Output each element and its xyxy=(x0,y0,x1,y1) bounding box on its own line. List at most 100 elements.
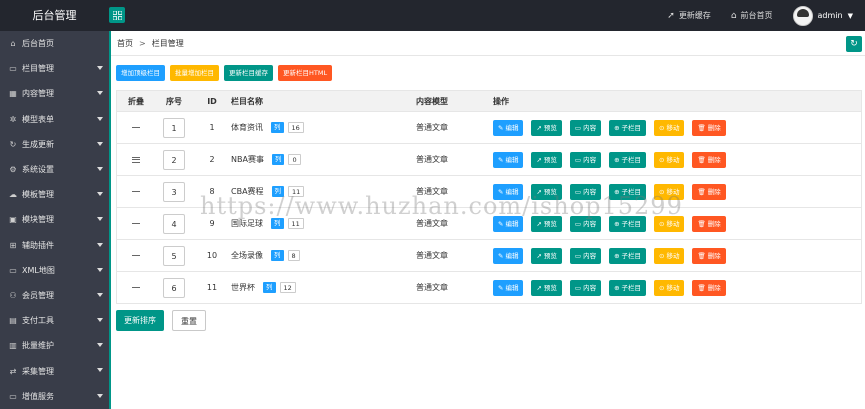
sidebar-item[interactable]: ▣ 模块管理 xyxy=(0,207,109,232)
preview-button[interactable]: ➚ 预览 xyxy=(531,279,562,296)
preview-button[interactable]: ➚ 预览 xyxy=(531,119,562,136)
fold-cell[interactable] xyxy=(117,191,155,192)
sidebar-item[interactable]: ⊞ 辅助插件 xyxy=(0,233,109,258)
fold-cell[interactable] xyxy=(117,287,155,288)
settings-icon: ✲ xyxy=(9,114,17,124)
move-button[interactable]: ⊙ 移动 xyxy=(654,279,685,296)
child-column-button[interactable]: ⊕ 子栏目 xyxy=(609,215,647,232)
content-button[interactable]: ▭ 内容 xyxy=(569,279,602,296)
delete-button[interactable]: 🗑 删除 xyxy=(692,151,726,168)
sidebar-item[interactable]: ⚙ 系统设置 xyxy=(0,157,109,182)
batch-add-column-button[interactable]: 批量增加栏目 xyxy=(170,65,219,81)
move-button[interactable]: ⊙ 移动 xyxy=(654,247,685,264)
list-tag[interactable]: 列 xyxy=(263,282,276,293)
sidebar-item[interactable]: ▭ 栏目管理 xyxy=(0,56,109,81)
sidebar-item[interactable]: ↻ 生成更新 xyxy=(0,132,109,157)
folder-icon: ▭ xyxy=(574,251,582,260)
breadcrumb-home[interactable]: 首页 xyxy=(117,38,133,49)
delete-button[interactable]: 🗑 删除 xyxy=(692,183,726,200)
fold-cell[interactable] xyxy=(117,255,155,256)
action-label: 删除 xyxy=(707,155,721,164)
sidebar-item[interactable]: ▦ 内容管理 xyxy=(0,81,109,106)
preview-button[interactable]: ➚ 预览 xyxy=(531,151,562,168)
update-column-html-button[interactable]: 更新栏目HTML xyxy=(278,65,333,81)
actions-cell: ✎ 编辑 ➚ 预览 ▭ 内容 ⊕ 子栏目 ⊙ 移动 🗑 删除 xyxy=(493,151,861,168)
fold-cell[interactable] xyxy=(117,223,155,224)
sidebar-item[interactable]: ☁ 模板管理 xyxy=(0,182,109,207)
reset-button[interactable]: 重置 xyxy=(172,310,206,331)
chevron-down-icon xyxy=(97,166,103,171)
sidebar-item-label: 生成更新 xyxy=(22,139,54,149)
preview-button[interactable]: ➚ 预览 xyxy=(531,215,562,232)
child-column-button[interactable]: ⊕ 子栏目 xyxy=(609,183,647,200)
edit-button[interactable]: ✎ 编辑 xyxy=(493,151,524,168)
list-tag[interactable]: 列 xyxy=(271,122,284,133)
order-input[interactable]: 3 xyxy=(163,181,185,202)
move-button[interactable]: ⊙ 移动 xyxy=(654,151,685,168)
sidebar-item[interactable]: ⚇ 会员管理 xyxy=(0,283,109,308)
sidebar-item[interactable]: ▭ XML地图 xyxy=(0,258,109,283)
fold-cell[interactable] xyxy=(117,127,155,128)
delete-button[interactable]: 🗑 删除 xyxy=(692,215,726,232)
front-home-link[interactable]: ⌂ 前台首页 xyxy=(731,10,773,21)
pencil-icon: ✎ xyxy=(498,219,504,228)
move-button[interactable]: ⊙ 移动 xyxy=(654,183,685,200)
trash-icon: 🗑 xyxy=(697,283,706,292)
menu-toggle-button[interactable] xyxy=(109,7,125,23)
delete-button[interactable]: 🗑 删除 xyxy=(692,247,726,264)
user-menu[interactable]: admin ▼ xyxy=(792,5,853,26)
move-button[interactable]: ⊙ 移动 xyxy=(654,215,685,232)
child-column-button[interactable]: ⊕ 子栏目 xyxy=(609,279,647,296)
list-tag[interactable]: 列 xyxy=(271,218,284,229)
pencil-icon: ✎ xyxy=(498,187,504,196)
content-button[interactable]: ▭ 内容 xyxy=(569,119,602,136)
order-input[interactable]: 2 xyxy=(163,149,185,170)
add-circle-icon: ⊕ xyxy=(614,251,620,260)
refresh-button[interactable]: ↻ xyxy=(846,36,862,52)
move-icon: ⊙ xyxy=(659,123,665,132)
child-column-button[interactable]: ⊕ 子栏目 xyxy=(609,151,647,168)
list-tag[interactable]: 列 xyxy=(271,154,285,165)
update-column-cache-button[interactable]: 更新栏目缓存 xyxy=(224,65,273,81)
order-cell: 5 xyxy=(155,245,193,266)
front-home-label: 前台首页 xyxy=(740,11,773,20)
fold-cell[interactable] xyxy=(117,155,155,164)
delete-button[interactable]: 🗑 删除 xyxy=(692,119,726,136)
edit-button[interactable]: ✎ 编辑 xyxy=(493,279,524,296)
sidebar-item[interactable]: ▤ 支付工具 xyxy=(0,308,109,333)
sidebar-item[interactable]: ⇄ 采集管理 xyxy=(0,358,109,383)
chevron-down-icon xyxy=(97,66,103,71)
edit-button[interactable]: ✎ 编辑 xyxy=(493,215,524,232)
child-column-button[interactable]: ⊕ 子栏目 xyxy=(609,119,647,136)
list-tag[interactable]: 列 xyxy=(271,186,285,197)
order-input[interactable]: 6 xyxy=(163,277,185,298)
content-button[interactable]: ▭ 内容 xyxy=(569,183,602,200)
edit-button[interactable]: ✎ 编辑 xyxy=(493,119,524,136)
child-column-button[interactable]: ⊕ 子栏目 xyxy=(609,247,647,264)
order-input[interactable]: 1 xyxy=(163,117,185,138)
update-sort-button[interactable]: 更新排序 xyxy=(116,310,164,331)
sidebar-item[interactable]: ▭ 增值服务 xyxy=(0,384,109,409)
edit-button[interactable]: ✎ 编辑 xyxy=(493,247,524,264)
list-tag[interactable]: 列 xyxy=(271,250,284,261)
sidebar-item[interactable]: ⌂ 后台首页 xyxy=(0,31,109,56)
add-top-column-button[interactable]: 增加顶级栏目 xyxy=(116,65,165,81)
update-cache-link[interactable]: ➚ 更新缓存 xyxy=(667,10,711,21)
order-input[interactable]: 5 xyxy=(163,245,185,266)
content-button[interactable]: ▭ 内容 xyxy=(569,247,602,264)
sidebar-item[interactable]: ✲ 模型表单 xyxy=(0,107,109,132)
move-icon: ⊙ xyxy=(659,283,665,292)
move-button[interactable]: ⊙ 移动 xyxy=(654,119,685,136)
grid-icon: ▦ xyxy=(9,89,17,99)
delete-button[interactable]: 🗑 删除 xyxy=(692,279,726,296)
edit-button[interactable]: ✎ 编辑 xyxy=(493,183,524,200)
sidebar-item[interactable]: ▥ 批量维护 xyxy=(0,333,109,358)
preview-button[interactable]: ➚ 预览 xyxy=(531,247,562,264)
order-input[interactable]: 4 xyxy=(163,213,185,234)
column-name: 全场录像 xyxy=(231,251,263,260)
table-row: 2 2 NBA赛事列 0 普通文章 ✎ 编辑 ➚ 预览 ▭ 内容 ⊕ 子栏目 ⊙ 移动 🗑 删除 xyxy=(117,143,861,175)
content-button[interactable]: ▭ 内容 xyxy=(569,151,602,168)
home-icon: ⌂ xyxy=(730,10,737,21)
content-button[interactable]: ▭ 内容 xyxy=(569,215,602,232)
preview-button[interactable]: ➚ 预览 xyxy=(531,183,562,200)
